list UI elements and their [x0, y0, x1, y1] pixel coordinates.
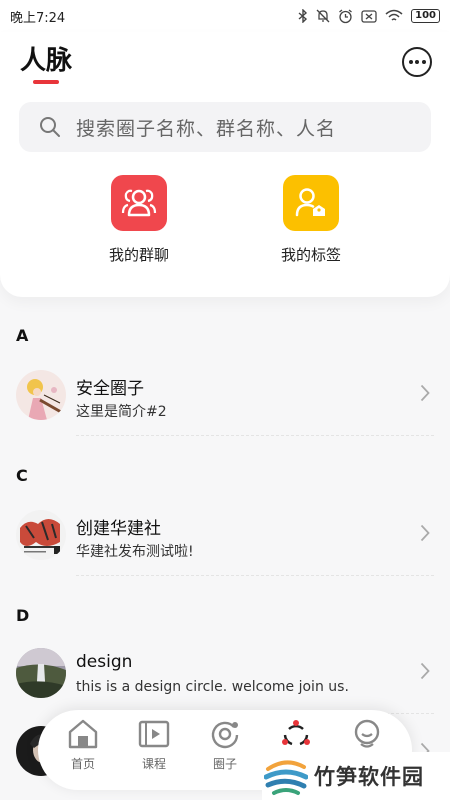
sim-off-icon — [361, 9, 377, 23]
divider — [76, 575, 434, 576]
group-chat-icon — [111, 175, 167, 231]
video-icon — [138, 720, 170, 748]
title-underline — [33, 80, 59, 84]
tab-label: 首页 — [70, 757, 95, 771]
my-group-chats-label: 我的群聊 — [108, 246, 169, 264]
section-header-d: D — [16, 606, 30, 625]
my-group-chats-button[interactable]: 我的群聊 — [79, 175, 199, 265]
item-description: 华建社发布测试啦! — [76, 544, 194, 560]
status-bar: 晚上7:24 100 — [0, 0, 450, 32]
section-header-a: A — [16, 326, 29, 345]
item-name: 创建华建社 — [76, 519, 161, 539]
watermark: 竹笋软件园 — [262, 752, 450, 800]
wifi-icon — [385, 9, 403, 21]
search-placeholder: 搜索圈子名称、群名称、人名 — [76, 117, 337, 140]
item-description: this is a design circle. welcome join us… — [76, 679, 349, 695]
list-item[interactable]: design this is a design circle. welcome … — [0, 634, 450, 714]
home-icon — [68, 719, 98, 749]
tab-courses[interactable]: 课程 — [126, 718, 182, 772]
list-item[interactable]: 安全圈子 这里是简介#2 — [0, 356, 450, 436]
avatar — [16, 510, 66, 560]
page-title: 人脉 — [20, 46, 73, 76]
tab-home[interactable]: 首页 — [55, 718, 111, 772]
bluetooth-icon — [298, 9, 308, 23]
watermark-text: 竹笋软件园 — [314, 765, 424, 789]
item-name: 安全圈子 — [76, 379, 144, 399]
tab-label: 课程 — [141, 757, 166, 771]
more-button[interactable] — [402, 47, 432, 77]
item-name: design — [76, 652, 133, 672]
more-dot — [421, 60, 426, 64]
item-description: 这里是简介#2 — [76, 404, 167, 420]
alarm-icon — [339, 8, 353, 23]
tab-label: 圈子 — [212, 757, 237, 771]
avatar — [16, 370, 66, 420]
my-tags-label: 我的标签 — [280, 246, 341, 264]
mute-icon — [316, 9, 330, 23]
tag-icon — [283, 175, 339, 231]
profile-icon — [354, 719, 380, 748]
chevron-right-icon — [420, 524, 430, 542]
avatar — [16, 648, 66, 698]
list-item[interactable]: 创建华建社 华建社发布测试啦! — [0, 496, 450, 576]
watermark-logo-icon — [264, 760, 308, 795]
search-icon — [40, 117, 60, 137]
more-dot — [415, 60, 419, 64]
header-card: 人脉 搜索圈子名称、群名称、人名 我的群聊 我的标签 — [0, 32, 450, 297]
tab-circles[interactable]: 圈子 — [197, 718, 253, 772]
circle-icon — [211, 721, 239, 749]
battery-indicator: 100 — [411, 9, 440, 23]
chevron-right-icon — [420, 384, 430, 402]
status-icons: 100 — [298, 8, 440, 24]
my-tags-button[interactable]: 我的标签 — [251, 175, 371, 265]
chevron-right-icon — [420, 662, 430, 680]
more-dot — [408, 60, 413, 64]
section-header-c: C — [16, 466, 28, 485]
divider — [76, 435, 434, 436]
status-time: 晚上7:24 — [10, 10, 66, 26]
network-icon — [282, 720, 310, 746]
search-input[interactable]: 搜索圈子名称、群名称、人名 — [19, 102, 431, 152]
